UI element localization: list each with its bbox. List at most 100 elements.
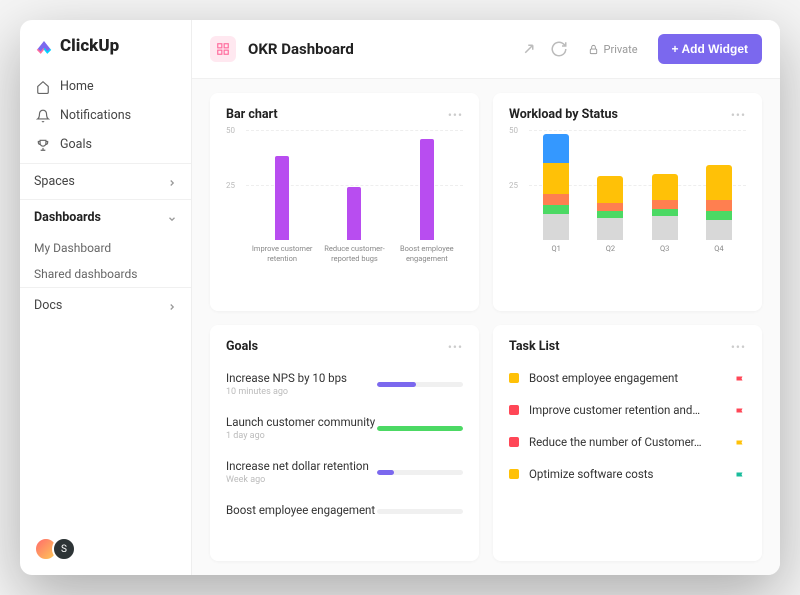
home-icon — [36, 80, 50, 94]
sidebar-item-my-dashboard[interactable]: My Dashboard — [20, 235, 191, 261]
goals-list: Increase NPS by 10 bps 10 minutes ago La… — [226, 362, 463, 528]
section-label: Dashboards — [34, 210, 101, 225]
bar-segment — [706, 211, 732, 220]
nav-notifications[interactable]: Notifications — [28, 101, 183, 130]
task-name: Improve customer retention and… — [529, 403, 724, 417]
page-title: OKR Dashboard — [248, 40, 508, 58]
status-square-icon — [509, 373, 519, 383]
bar-segment — [543, 205, 569, 214]
flag-icon — [734, 404, 746, 416]
flag-icon — [734, 436, 746, 448]
goal-item[interactable]: Boost employee engagement — [226, 494, 463, 528]
more-icon[interactable]: ••• — [448, 340, 463, 354]
goal-timestamp: 10 minutes ago — [226, 387, 347, 397]
nav-label: Notifications — [60, 108, 131, 123]
chevron-down-icon — [167, 213, 177, 223]
card-title: Bar chart — [226, 107, 278, 122]
bar-segment — [597, 218, 623, 240]
bar-segment — [597, 211, 623, 218]
primary-nav: Home Notifications Goals — [20, 68, 191, 163]
brand-logo[interactable]: ClickUp — [20, 20, 191, 68]
status-square-icon — [509, 437, 519, 447]
expand-icon[interactable] — [520, 40, 538, 58]
bar-segment — [652, 209, 678, 216]
nav-home[interactable]: Home — [28, 72, 183, 101]
goal-timestamp: 1 day ago — [226, 431, 375, 441]
stacked-bar — [706, 165, 732, 240]
bar — [347, 187, 361, 240]
goal-name: Increase net dollar retention — [226, 459, 369, 473]
refresh-icon[interactable] — [550, 40, 568, 58]
more-icon[interactable]: ••• — [731, 340, 746, 354]
more-icon[interactable]: ••• — [448, 108, 463, 122]
stacked-bar — [652, 174, 678, 240]
clickup-logo-icon — [34, 36, 54, 56]
add-widget-button[interactable]: + Add Widget — [658, 34, 762, 64]
progress-bar — [377, 382, 463, 387]
bar-segment — [652, 216, 678, 240]
card-workload: Workload by Status ••• 2550Q1Q2Q3Q4 — [493, 93, 762, 311]
nav-label: Home — [60, 79, 94, 94]
task-item[interactable]: Optimize software costs — [509, 458, 746, 490]
chevron-right-icon — [167, 177, 177, 187]
nav-goals[interactable]: Goals — [28, 130, 183, 159]
x-axis-label: Q2 — [585, 244, 635, 254]
card-title: Task List — [509, 339, 559, 354]
bar — [420, 139, 434, 240]
flag-icon — [734, 468, 746, 480]
header-bar: OKR Dashboard Private + Add Widget — [192, 20, 780, 79]
bar-segment — [597, 203, 623, 212]
section-label: Spaces — [34, 174, 75, 189]
progress-bar — [377, 470, 463, 475]
bar-segment — [706, 165, 732, 200]
avatar[interactable]: S — [52, 537, 76, 561]
brand-name: ClickUp — [60, 36, 119, 56]
status-square-icon — [509, 469, 519, 479]
nav-label: Goals — [60, 137, 92, 152]
x-axis-label: Q3 — [640, 244, 690, 254]
goal-item[interactable]: Increase NPS by 10 bps 10 minutes ago — [226, 362, 463, 406]
task-item[interactable]: Boost employee engagement — [509, 362, 746, 394]
sidebar-item-shared-dashboards[interactable]: Shared dashboards — [20, 261, 191, 287]
bell-icon — [36, 109, 50, 123]
card-bar-chart: Bar chart ••• 2550Improve customer reten… — [210, 93, 479, 311]
progress-bar — [377, 426, 463, 431]
task-list: Boost employee engagement Improve custom… — [509, 362, 746, 490]
bar-segment — [597, 176, 623, 202]
goal-item[interactable]: Launch customer community 1 day ago — [226, 406, 463, 450]
task-item[interactable]: Improve customer retention and… — [509, 394, 746, 426]
bar-segment — [652, 200, 678, 209]
x-axis-label: Boost employee engagement — [391, 244, 463, 264]
task-name: Optimize software costs — [529, 467, 724, 481]
goal-timestamp: Week ago — [226, 475, 369, 485]
goal-item[interactable]: Increase net dollar retention Week ago — [226, 450, 463, 494]
bar-segment — [706, 220, 732, 240]
stacked-bar-chart: 2550Q1Q2Q3Q4 — [509, 130, 746, 278]
card-title: Workload by Status — [509, 107, 618, 122]
main-area: OKR Dashboard Private + Add Widget Bar c… — [192, 20, 780, 575]
stacked-bar — [597, 176, 623, 240]
bar-segment — [543, 134, 569, 163]
bar-segment — [543, 163, 569, 194]
dashboard-grid: Bar chart ••• 2550Improve customer reten… — [192, 79, 780, 575]
privacy-indicator[interactable]: Private — [580, 43, 646, 56]
sidebar: ClickUp Home Notifications Goals — [20, 20, 192, 575]
user-avatars: S — [20, 523, 191, 575]
lock-icon — [588, 44, 599, 55]
task-item[interactable]: Reduce the number of Customer… — [509, 426, 746, 458]
task-name: Reduce the number of Customer… — [529, 435, 724, 449]
goal-name: Boost employee engagement — [226, 503, 375, 517]
bar — [275, 156, 289, 240]
section-docs[interactable]: Docs — [20, 287, 191, 323]
x-axis-label: Q1 — [531, 244, 581, 254]
goal-name: Increase NPS by 10 bps — [226, 371, 347, 385]
section-dashboards[interactable]: Dashboards — [20, 199, 191, 235]
section-spaces[interactable]: Spaces — [20, 163, 191, 199]
card-goals: Goals ••• Increase NPS by 10 bps 10 minu… — [210, 325, 479, 561]
progress-bar — [377, 509, 463, 514]
more-icon[interactable]: ••• — [731, 108, 746, 122]
section-label: Docs — [34, 298, 62, 313]
trophy-icon — [36, 138, 50, 152]
dashboard-icon — [210, 36, 236, 62]
task-name: Boost employee engagement — [529, 371, 724, 385]
